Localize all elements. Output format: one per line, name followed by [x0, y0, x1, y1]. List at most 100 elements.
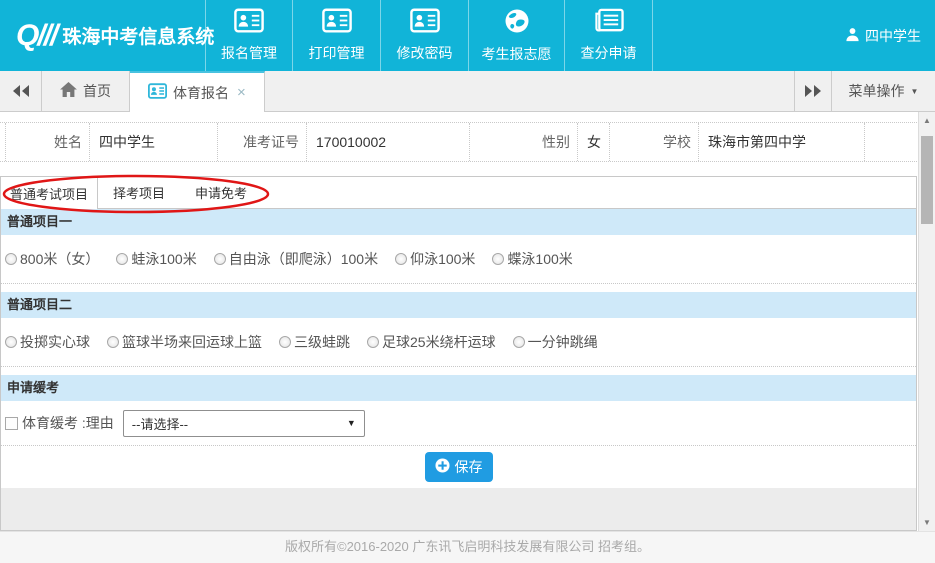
select-arrow-icon: ▼	[347, 418, 356, 428]
scroll-up-icon[interactable]: ▲	[919, 112, 935, 129]
option-label: 仰泳100米	[410, 249, 475, 269]
radio-button[interactable]	[107, 336, 119, 348]
tabbar-spacer	[265, 71, 794, 111]
deferral-label: 体育缓考 :理由	[22, 413, 114, 433]
scroll-down-icon[interactable]: ▼	[919, 514, 935, 531]
nav-label: 报名管理	[221, 43, 277, 63]
save-label: 保存	[455, 457, 483, 477]
tabs-scroll-left-button[interactable]	[0, 71, 42, 111]
user-name: 四中学生	[865, 26, 921, 46]
menu-ops-label: 菜单操作	[849, 81, 905, 101]
normal-item-1-options: 800米（女） 蛙泳100米 自由泳（即爬泳）100米 仰泳100米 蝶泳100…	[1, 235, 916, 284]
nav-label: 查分申请	[581, 43, 637, 63]
content-area: 姓名 四中学生 准考证号 170010002 性别 女 学校 珠海市第四中学 普…	[0, 112, 935, 531]
plus-circle-icon	[435, 458, 450, 476]
double-chevron-left-icon	[12, 85, 30, 97]
ticket-value: 170010002	[307, 123, 470, 161]
newspaper-icon	[594, 8, 624, 38]
save-row: 保存	[1, 446, 916, 488]
radio-option[interactable]: 蛙泳100米	[116, 249, 196, 269]
gender-label: 性别	[470, 123, 578, 161]
option-label: 蛙泳100米	[131, 249, 196, 269]
nav-change-password[interactable]: 修改密码	[381, 0, 469, 71]
radio-option[interactable]: 800米（女）	[5, 249, 99, 269]
radio-button[interactable]	[116, 253, 128, 265]
home-icon	[60, 82, 77, 100]
app-title: 珠海中考信息系统	[62, 22, 214, 49]
normal-item-2-options: 投掷实心球 篮球半场来回运球上篮 三级蛙跳 足球25米绕杆运球 一分钟跳绳	[1, 318, 916, 367]
radio-button[interactable]	[5, 253, 17, 265]
radio-button[interactable]	[367, 336, 379, 348]
tab-elective-exam-items[interactable]: 择考项目	[98, 177, 180, 209]
radio-option[interactable]: 篮球半场来回运球上篮	[107, 332, 262, 352]
brand-logo: Q///	[16, 19, 56, 53]
globe-icon	[504, 8, 530, 39]
tab-label: 首页	[83, 81, 111, 101]
radio-option[interactable]: 足球25米绕杆运球	[367, 332, 496, 352]
user-icon	[845, 27, 860, 45]
option-label: 足球25米绕杆运球	[382, 332, 496, 352]
nav-label: 修改密码	[397, 43, 453, 63]
footer: 版权所有©2016-2020 广东讯飞启明科技发展有限公司 招考组。	[0, 531, 935, 563]
ticket-label: 准考证号	[218, 123, 307, 161]
radio-button[interactable]	[5, 336, 17, 348]
school-label: 学校	[610, 123, 699, 161]
vertical-scrollbar[interactable]: ▲ ▼	[918, 112, 935, 531]
school-value: 珠海市第四中学	[699, 123, 865, 161]
radio-button[interactable]	[214, 253, 226, 265]
menu-operations-dropdown[interactable]: 菜单操作 ▼	[831, 71, 935, 111]
current-user[interactable]: 四中学生	[845, 0, 935, 71]
tabs-scroll-right-button[interactable]	[794, 71, 831, 111]
tab-sports-registration[interactable]: 体育报名 ×	[130, 71, 265, 112]
option-label: 自由泳（即爬泳）100米	[229, 249, 378, 269]
radio-button[interactable]	[492, 253, 504, 265]
scrollbar-thumb[interactable]	[921, 136, 933, 224]
save-button[interactable]: 保存	[425, 452, 493, 482]
nav-score-review[interactable]: 查分申请	[565, 0, 653, 71]
radio-button[interactable]	[395, 253, 407, 265]
brand: Q/// 珠海中考信息系统	[0, 0, 205, 71]
radio-button[interactable]	[513, 336, 525, 348]
nav-candidate-volunteer[interactable]: 考生报志愿	[469, 0, 565, 71]
radio-option[interactable]: 投掷实心球	[5, 332, 90, 352]
nav-print-management[interactable]: 打印管理	[293, 0, 381, 71]
nav-label: 打印管理	[309, 43, 365, 63]
name-label: 姓名	[5, 123, 90, 161]
nav-label: 考生报志愿	[482, 44, 552, 64]
option-label: 篮球半场来回运球上篮	[122, 332, 262, 352]
sports-registration-panel: 普通考试项目 择考项目 申请免考 普通项目一 800米（女） 蛙泳100米 自由…	[0, 176, 917, 531]
main-nav: 报名管理 打印管理 修改密码 考生报志愿	[205, 0, 653, 71]
radio-button[interactable]	[279, 336, 291, 348]
idcard-icon	[234, 8, 264, 38]
section-header-normal-item-1: 普通项目一	[1, 209, 916, 235]
exam-tabs-filler	[262, 177, 916, 209]
tab-label: 体育报名	[173, 83, 229, 103]
section-header-apply-deferral: 申请缓考	[1, 375, 916, 401]
tab-home[interactable]: 首页	[42, 71, 130, 111]
app-header: Q/// 珠海中考信息系统 报名管理 打印管理 修改密码	[0, 0, 935, 71]
deferral-row: 体育缓考 :理由 --请选择-- ▼	[1, 401, 916, 446]
option-label: 三级蛙跳	[294, 332, 350, 352]
select-value: --请选择--	[132, 414, 188, 433]
tab-apply-exemption[interactable]: 申请免考	[180, 177, 262, 209]
radio-option[interactable]: 三级蛙跳	[279, 332, 350, 352]
copyright-text: 版权所有©2016-2020 广东讯飞启明科技发展有限公司 招考组。	[285, 539, 650, 554]
double-chevron-right-icon	[804, 85, 822, 97]
exam-tabs: 普通考试项目 择考项目 申请免考	[1, 177, 916, 209]
section-header-normal-item-2: 普通项目二	[1, 292, 916, 318]
radio-option[interactable]: 一分钟跳绳	[513, 332, 598, 352]
deferral-checkbox[interactable]	[5, 417, 18, 430]
idcard-icon	[410, 8, 440, 38]
deferral-reason-select[interactable]: --请选择-- ▼	[123, 410, 365, 437]
panel-bottom-filler	[1, 488, 916, 530]
close-tab-icon[interactable]: ×	[237, 84, 246, 101]
radio-option[interactable]: 蝶泳100米	[492, 249, 572, 269]
idcard-icon	[148, 83, 167, 102]
option-label: 投掷实心球	[20, 332, 90, 352]
radio-option[interactable]: 仰泳100米	[395, 249, 475, 269]
tab-normal-exam-items[interactable]: 普通考试项目	[1, 177, 98, 209]
nav-signup-management[interactable]: 报名管理	[205, 0, 293, 71]
option-label: 800米（女）	[20, 249, 99, 269]
radio-option[interactable]: 自由泳（即爬泳）100米	[214, 249, 378, 269]
chevron-down-icon: ▼	[911, 87, 919, 96]
